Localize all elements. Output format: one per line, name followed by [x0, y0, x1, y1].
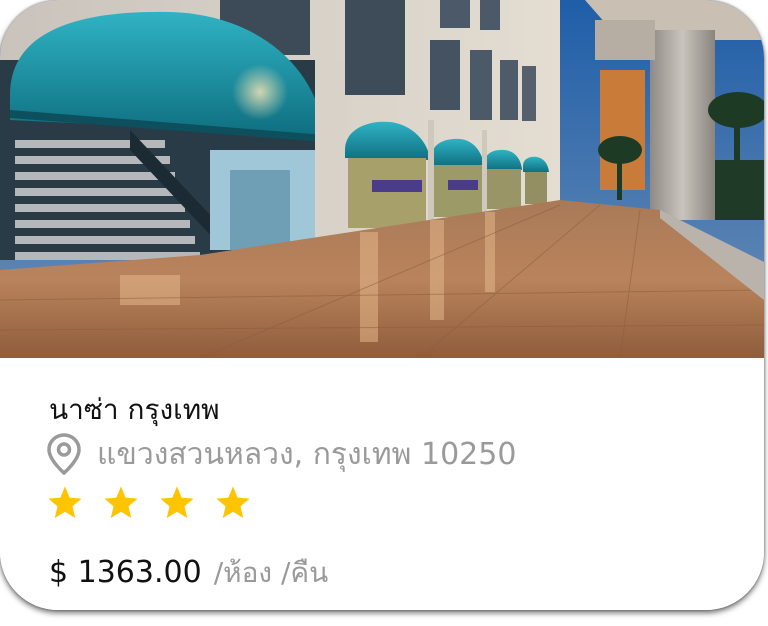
hotel-card[interactable]: นาซ่า กรุงเทพ แขวงสวนหลวง, กรุงเทพ 10250 [0, 0, 764, 610]
address-row: แขวงสวนหลวง, กรุงเทพ 10250 [47, 432, 516, 476]
star-rating [46, 484, 252, 522]
hotel-photo [0, 0, 764, 358]
price-row: $ 1363.00 /ห้อง /คืน [49, 551, 328, 595]
hotel-name[interactable]: นาซ่า กรุงเทพ [49, 388, 220, 432]
star-icon [102, 484, 140, 522]
price-value: $ 1363.00 [49, 555, 202, 590]
star-icon [158, 484, 196, 522]
price-unit: /ห้อง /คืน [213, 556, 329, 589]
location-pin-icon [47, 433, 81, 476]
hotel-address: แขวงสวนหลวง, กรุงเทพ 10250 [97, 436, 517, 472]
hotel-details: นาซ่า กรุงเทพ แขวงสวนหลวง, กรุงเทพ 10250 [0, 358, 764, 610]
star-icon [214, 484, 252, 522]
star-icon [46, 484, 84, 522]
